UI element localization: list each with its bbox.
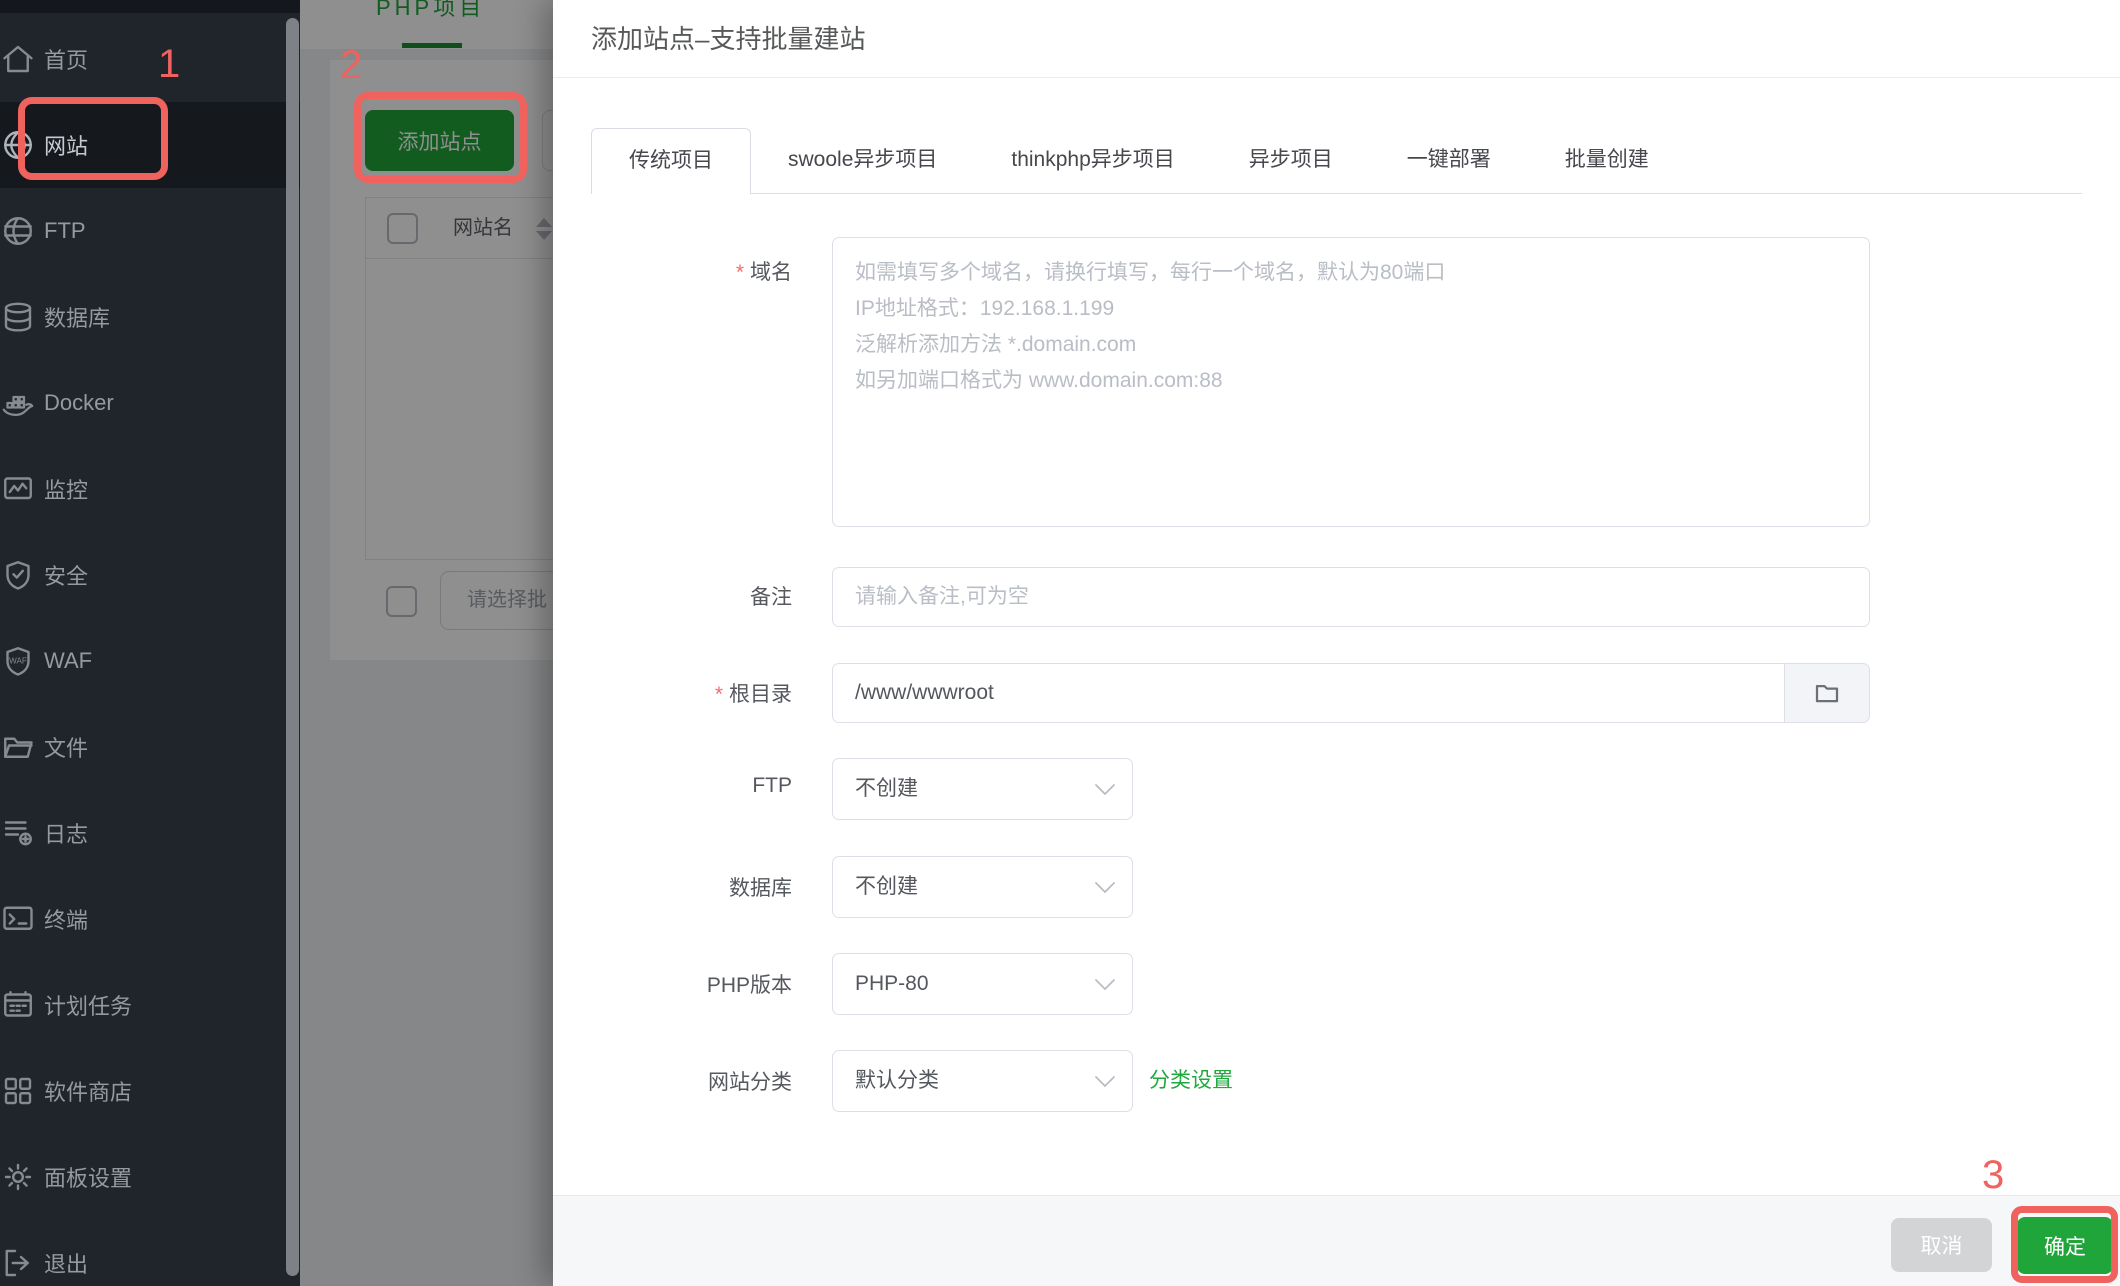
gear-icon <box>0 1159 36 1195</box>
tab-one-click-deploy[interactable]: 一键部署 <box>1370 128 1528 194</box>
sidebar-item-label: 日志 <box>44 822 89 847</box>
rootdir-label: * 根目录 <box>714 683 792 706</box>
sidebar-item-label: 文件 <box>44 736 89 761</box>
annotation-box-step1 <box>18 97 168 180</box>
remark-label: 备注 <box>750 586 792 609</box>
annotation-number-3: 3 <box>1982 1153 2005 1197</box>
sidebar-item-label: 安全 <box>44 564 89 589</box>
svg-text:WAF: WAF <box>9 656 27 665</box>
dialog-header: 添加站点–支持批量建站 <box>553 0 2120 78</box>
database-select-value: 不创建 <box>855 875 918 898</box>
sidebar-item-settings[interactable]: 面板设置 <box>0 1134 300 1220</box>
tab-async-project[interactable]: 异步项目 <box>1212 128 1370 194</box>
docker-icon <box>0 385 36 421</box>
ftp-select[interactable]: 不创建 <box>832 758 1133 820</box>
sidebar-item-label: 终端 <box>44 908 89 933</box>
sidebar-item-store[interactable]: 软件商店 <box>0 1048 300 1134</box>
ftp-label: FTP <box>752 774 792 797</box>
sidebar-item-waf[interactable]: WAF WAF <box>0 618 300 704</box>
sidebar-item-label: 软件商店 <box>44 1080 133 1105</box>
annotation-box-step2 <box>354 92 527 183</box>
cancel-button[interactable]: 取消 <box>1891 1218 1992 1272</box>
waf-shield-icon: WAF <box>0 643 36 679</box>
database-select[interactable]: 不创建 <box>832 856 1133 918</box>
ftp-icon <box>0 213 36 249</box>
folder-icon <box>1815 685 1839 703</box>
ftp-select-value: 不创建 <box>855 777 918 800</box>
database-label: 数据库 <box>729 877 792 900</box>
php-version-label: PHP版本 <box>706 974 792 997</box>
tab-swoole-async[interactable]: swoole异步项目 <box>751 128 974 194</box>
sidebar-item-security[interactable]: 安全 <box>0 532 300 618</box>
sidebar-item-database[interactable]: 数据库 <box>0 274 300 360</box>
annotation-box-step3 <box>2011 1206 2118 1283</box>
category-settings-link[interactable]: 分类设置 <box>1149 1050 1233 1112</box>
chevron-down-icon <box>1094 1075 1116 1088</box>
folder-icon <box>0 729 36 765</box>
remark-input[interactable]: 请输入备注,可为空 <box>832 567 1870 627</box>
php-version-select-value: PHP-80 <box>855 972 929 995</box>
baota-panel-screen: 首页 网站 FTP 数据库 Docker 监控 安全 WAF WAF 文件 日志… <box>0 0 2120 1286</box>
monitor-icon <box>0 471 36 507</box>
tab-batch-create[interactable]: 批量创建 <box>1528 128 1686 194</box>
dialog-tabs: 传统项目 swoole异步项目 thinkphp异步项目 异步项目 一键部署 批… <box>591 128 1686 194</box>
database-icon <box>0 299 36 335</box>
sidebar-item-label: 面板设置 <box>44 1166 133 1191</box>
site-category-label: 网站分类 <box>708 1071 792 1094</box>
domain-textarea[interactable]: 如需填写多个域名，请换行填写，每行一个域名，默认为80端口 IP地址格式：192… <box>832 237 1870 527</box>
app-grid-icon <box>0 1073 36 1109</box>
tab-thinkphp-async[interactable]: thinkphp异步项目 <box>974 128 1211 194</box>
domain-placeholder-line: 泛解析添加方法 *.domain.com <box>855 333 1137 356</box>
sidebar-item-logout[interactable]: 退出 <box>0 1220 300 1286</box>
sidebar-item-cron[interactable]: 计划任务 <box>0 962 300 1048</box>
sidebar-item-logs[interactable]: 日志 <box>0 790 300 876</box>
sidebar-item-label: FTP <box>44 218 86 243</box>
security-shield-icon <box>0 557 36 593</box>
sidebar-item-label: 退出 <box>44 1252 89 1277</box>
chevron-down-icon <box>1094 783 1116 796</box>
chevron-down-icon <box>1094 881 1116 894</box>
sidebar-item-label: WAF <box>44 648 93 673</box>
site-category-select-value: 默认分类 <box>855 1069 939 1092</box>
sidebar-item-label: 监控 <box>44 478 89 503</box>
sidebar-item-label: Docker <box>44 390 114 415</box>
sidebar-scrollbar[interactable] <box>286 18 299 1276</box>
modal-dim-overlay <box>300 0 553 1286</box>
sidebar-item-label: 计划任务 <box>44 994 133 1019</box>
required-asterisk: * <box>735 261 744 284</box>
site-category-select[interactable]: 默认分类 <box>832 1050 1133 1112</box>
browse-directory-button[interactable] <box>1785 663 1870 723</box>
sidebar-item-terminal[interactable]: 终端 <box>0 876 300 962</box>
domain-placeholder-line: IP地址格式：192.168.1.199 <box>855 297 1115 320</box>
domain-placeholder-line: 如另加端口格式为 www.domain.com:88 <box>855 369 1223 392</box>
sidebar-item-label: 数据库 <box>44 306 111 331</box>
annotation-number-2: 2 <box>340 43 363 87</box>
home-icon <box>0 41 36 77</box>
logout-icon <box>0 1245 36 1281</box>
tab-traditional-project[interactable]: 传统项目 <box>591 128 751 194</box>
domain-label: * 域名 <box>735 261 792 284</box>
sidebar-item-docker[interactable]: Docker <box>0 360 300 446</box>
php-version-select[interactable]: PHP-80 <box>832 953 1133 1015</box>
domain-placeholder-line: 如需填写多个域名，请换行填写，每行一个域名，默认为80端口 <box>855 261 1446 284</box>
logs-icon <box>0 815 36 851</box>
dialog-footer: 取消 确定 <box>553 1195 2120 1286</box>
add-site-dialog: 添加站点–支持批量建站 传统项目 swoole异步项目 thinkphp异步项目… <box>553 0 2120 1286</box>
sidebar-item-monitor[interactable]: 监控 <box>0 446 300 532</box>
chevron-down-icon <box>1094 978 1116 991</box>
annotation-number-1: 1 <box>158 42 181 86</box>
dialog-title: 添加站点–支持批量建站 <box>591 24 866 54</box>
calendar-icon <box>0 987 36 1023</box>
sidebar-top-band <box>0 0 300 13</box>
sidebar-item-label: 首页 <box>44 48 89 73</box>
sidebar-item-ftp[interactable]: FTP <box>0 188 300 274</box>
terminal-icon <box>0 901 36 937</box>
sidebar-item-home[interactable]: 首页 <box>0 16 300 102</box>
required-asterisk: * <box>714 683 723 706</box>
sidebar: 首页 网站 FTP 数据库 Docker 监控 安全 WAF WAF 文件 日志… <box>0 0 300 1286</box>
rootdir-input[interactable]: /www/wwwroot <box>832 663 1785 723</box>
sidebar-item-files[interactable]: 文件 <box>0 704 300 790</box>
